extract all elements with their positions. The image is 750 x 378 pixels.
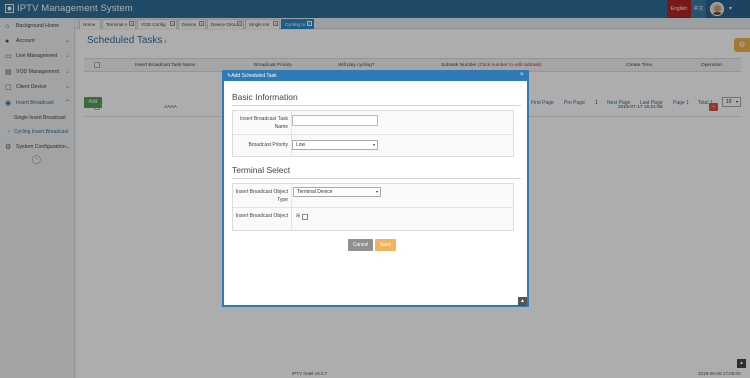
chevron-down-icon: ▾ [372, 142, 375, 147]
expand-icon[interactable]: ⊞ [296, 213, 300, 219]
object-type-selected-value: Terminal Device [297, 189, 333, 195]
priority-row: Broadcast Priority Low ▾ [233, 135, 513, 157]
object-row: Insert Broadcast Object ⊞ [233, 208, 513, 231]
object-label: Insert Broadcast Object [235, 213, 288, 219]
close-icon[interactable]: × [520, 72, 524, 78]
priority-label: Broadcast Priority [248, 142, 288, 148]
section-divider [232, 105, 521, 106]
dialog-header: ✎Add Scheduled Task × [224, 72, 527, 81]
object-type-label: Insert Broadcast Object Type [235, 189, 288, 203]
chevron-down-icon: ▾ [375, 189, 378, 194]
dialog-title-text: Add Scheduled Task [231, 73, 277, 79]
dialog-title: ✎Add Scheduled Task [227, 73, 277, 79]
section-title-terminal: Terminal Select [232, 165, 291, 175]
cancel-button[interactable]: Cancel [348, 239, 373, 251]
add-task-dialog: ✎Add Scheduled Task × Basic Information … [222, 70, 529, 307]
section-divider [232, 178, 521, 179]
task-name-input[interactable] [292, 115, 378, 126]
object-type-select[interactable]: Terminal Device ▾ [293, 187, 381, 197]
terminal-select-form: Insert Broadcast Object Type Terminal De… [232, 183, 514, 231]
task-name-row: Insert Broadcast Task Name [233, 111, 513, 135]
basic-info-form: Insert Broadcast Task Name Broadcast Pri… [232, 110, 514, 157]
section-title-basic: Basic Information [232, 92, 298, 102]
priority-select[interactable]: Low ▾ [292, 140, 378, 150]
object-type-row: Insert Broadcast Object Type Terminal De… [233, 184, 513, 208]
dialog-scroll-top-button[interactable]: ▲ [518, 297, 527, 306]
object-checkbox[interactable] [302, 214, 308, 220]
save-button[interactable]: Save [375, 239, 396, 251]
priority-selected-value: Low [296, 142, 306, 148]
task-name-label: Insert Broadcast Task Name [240, 116, 288, 130]
